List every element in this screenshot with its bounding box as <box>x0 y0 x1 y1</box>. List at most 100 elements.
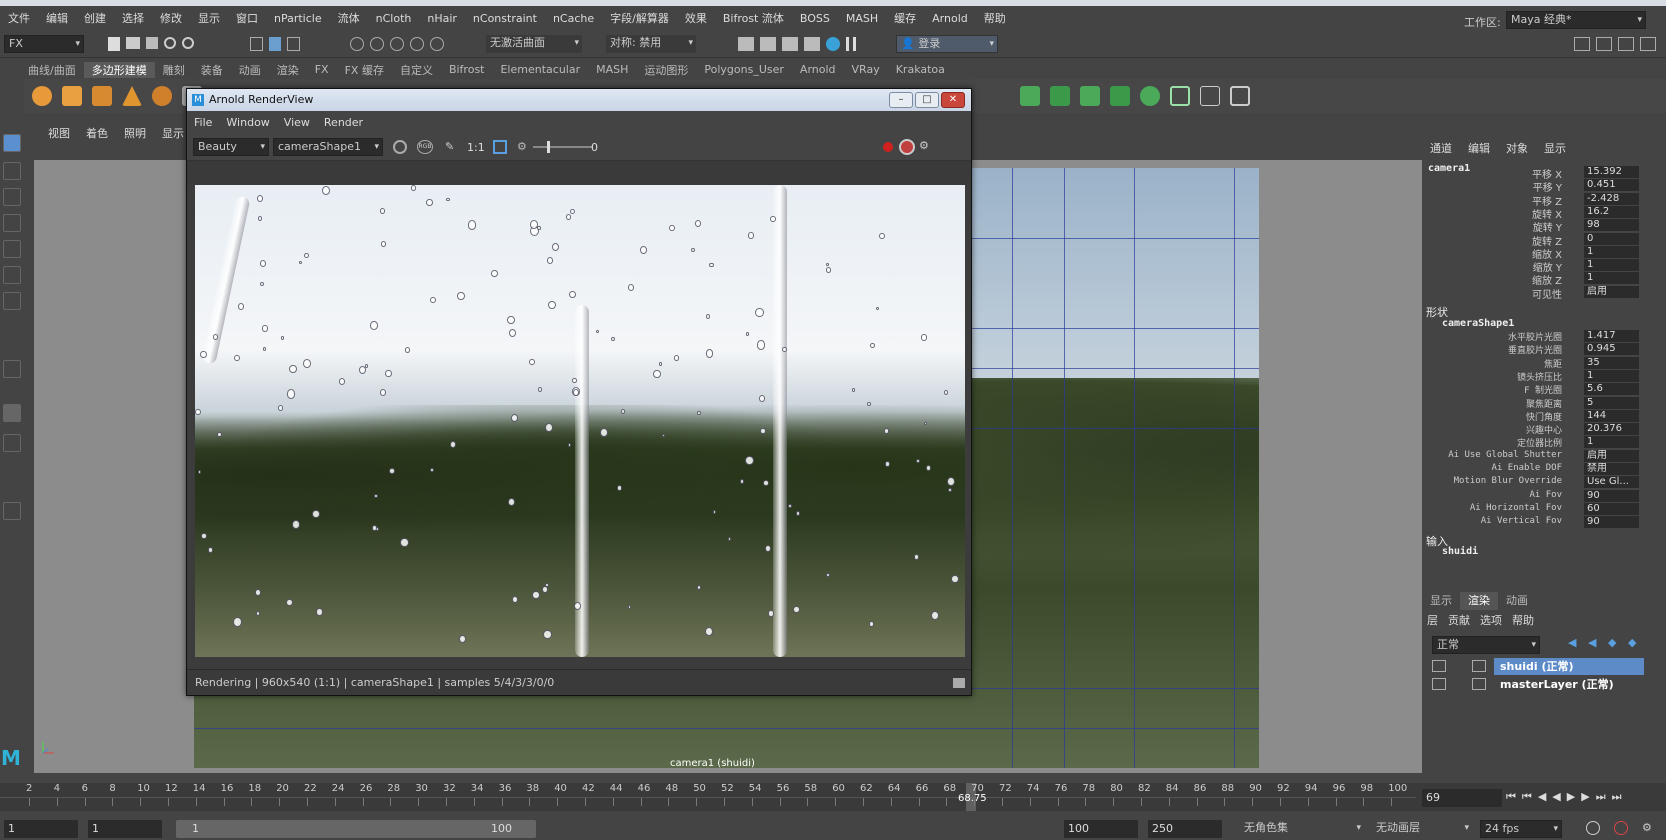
renderview-menu-item[interactable]: View <box>277 116 317 129</box>
move-layer-down-icon[interactable]: ◀ <box>1588 636 1602 650</box>
poly-cone-icon[interactable] <box>122 86 142 106</box>
step-forward-key-icon[interactable]: ⏭ <box>1596 790 1606 806</box>
shelf-tab[interactable]: Krakatoa <box>888 63 953 76</box>
channel-value[interactable]: 5 <box>1584 396 1639 409</box>
menu-item[interactable]: 创建 <box>76 10 114 26</box>
channel-value[interactable]: Use Gl... <box>1584 476 1639 489</box>
channel-row[interactable]: 可见性 启用 <box>1422 285 1652 301</box>
scale-tool-icon[interactable] <box>3 266 21 284</box>
channel-value[interactable]: 0.945 <box>1584 343 1639 356</box>
channel-value[interactable]: 1.417 <box>1584 330 1639 342</box>
layer-tab[interactable]: 动画 <box>1498 592 1536 610</box>
bevel-icon[interactable] <box>1080 86 1100 106</box>
menu-item[interactable]: 效果 <box>677 10 715 26</box>
channel-value[interactable]: 90 <box>1584 489 1639 502</box>
channel-box-tab[interactable]: 显示 <box>1536 140 1574 158</box>
channel-box-tab[interactable]: 通道 <box>1422 140 1460 158</box>
channel-row[interactable]: 平移 X 15.392 <box>1422 166 1652 181</box>
channel-row[interactable]: Ai Horizontal Fov 60 <box>1422 502 1652 516</box>
shelf-tab[interactable]: Arnold <box>792 63 844 76</box>
channel-row[interactable]: 快门角度 144 <box>1422 409 1652 423</box>
channel-value[interactable]: 0 <box>1584 232 1639 245</box>
channel-row[interactable]: Ai Enable DOF 禁用 <box>1422 463 1652 476</box>
layout-single-icon[interactable] <box>3 404 21 422</box>
select-hierarchy-icon[interactable] <box>250 37 263 51</box>
shelf-tab[interactable]: 装备 <box>193 62 231 78</box>
layer-row[interactable]: shuidi (正常) <box>1430 658 1656 675</box>
menu-item[interactable]: 流体 <box>330 10 368 26</box>
lasso-tool-icon[interactable] <box>3 162 21 180</box>
time-slider[interactable]: 68.75 69 ⏮ ⏮ ◀ ◀ ▶ ▶ ⏭ ⏭ 2 4 6 8 10 12 14 16 18 2… <box>0 783 1666 811</box>
channel-row[interactable]: Ai Use Global Shutter 启用 <box>1422 449 1652 463</box>
channel-row[interactable]: 缩放 Y1 <box>1422 259 1652 274</box>
channel-value[interactable]: 35 <box>1584 356 1639 369</box>
layer-menu-item[interactable]: 贡献 <box>1443 612 1475 630</box>
layer-tab[interactable]: 渲染 <box>1460 592 1498 610</box>
channel-value[interactable]: 98 <box>1584 219 1639 232</box>
layer-render-icon[interactable] <box>1472 660 1486 672</box>
select-object-icon[interactable] <box>268 37 282 51</box>
layer-mode-dropdown[interactable]: 正常 <box>1432 636 1540 654</box>
workspace-dropdown[interactable]: Maya 经典* <box>1506 11 1646 29</box>
shelf-tab[interactable]: FX <box>307 63 337 76</box>
channel-value[interactable]: 1 <box>1584 436 1639 449</box>
bridge-icon[interactable] <box>1050 86 1070 106</box>
auto-key-icon[interactable] <box>1614 821 1628 835</box>
channel-row[interactable]: Ai Fov 90 <box>1422 489 1652 503</box>
shelf-tab[interactable]: Polygons_User <box>696 63 792 76</box>
channel-row[interactable]: 兴趣中心 20.376 <box>1422 423 1652 436</box>
channel-row[interactable]: Ai Vertical Fov 90 <box>1422 516 1652 529</box>
open-scene-icon[interactable] <box>126 37 140 49</box>
render-image[interactable] <box>195 185 965 657</box>
layer-visibility-icon[interactable] <box>1432 660 1446 672</box>
menu-item[interactable]: 帮助 <box>976 10 1014 26</box>
extrude-icon[interactable] <box>1020 86 1040 106</box>
menu-item[interactable]: 修改 <box>152 10 190 26</box>
redo-icon[interactable] <box>182 37 194 49</box>
poly-cube-icon[interactable] <box>62 86 82 106</box>
ratio-label[interactable]: 1:1 <box>467 141 485 154</box>
step-back-frame-icon[interactable]: ◀ <box>1538 790 1546 806</box>
channel-row[interactable]: 定位器比例 1 <box>1422 436 1652 449</box>
channel-box-tab[interactable]: 对象 <box>1498 140 1536 158</box>
preferences-icon[interactable]: ⚙ <box>1642 821 1656 835</box>
snap-surface-icon[interactable] <box>430 37 444 51</box>
step-back-key-icon[interactable]: ⏮ <box>1522 790 1532 806</box>
arnold-renderview-window[interactable]: M Arnold RenderView – □ ✕ File Window View… <box>186 88 972 696</box>
layer-menu-item[interactable]: 帮助 <box>1507 612 1539 630</box>
new-layer-selected-icon[interactable]: ◆ <box>1628 636 1642 650</box>
loop-icon[interactable] <box>1586 821 1600 835</box>
last-tool-icon[interactable] <box>3 292 21 310</box>
menu-item[interactable]: nParticle <box>266 12 330 25</box>
rotate-tool-icon[interactable] <box>3 240 21 258</box>
shelf-tab[interactable]: FX 缓存 <box>337 62 392 78</box>
ipr-render-icon[interactable] <box>760 37 776 51</box>
viewport-menu-item[interactable]: 视图 <box>40 125 78 141</box>
save-scene-icon[interactable] <box>146 37 158 49</box>
menu-item[interactable]: nCache <box>545 12 602 25</box>
pause-icon[interactable] <box>846 37 856 51</box>
viewport-menu-item[interactable]: 着色 <box>78 125 116 141</box>
step-forward-frame-icon[interactable]: ▶ <box>1581 790 1589 806</box>
shelf-tab[interactable]: 渲染 <box>269 62 307 78</box>
exposure-slider[interactable] <box>533 146 593 148</box>
shelf-tab[interactable]: 运动图形 <box>636 62 696 78</box>
channel-value[interactable]: 启用 <box>1584 285 1639 298</box>
poly-torus-icon[interactable] <box>152 86 172 106</box>
menu-item[interactable]: 窗口 <box>228 10 266 26</box>
shelf-tab[interactable]: Elementacular <box>492 63 588 76</box>
render-settings-icon[interactable] <box>782 37 798 51</box>
channel-value[interactable]: 60 <box>1584 502 1639 515</box>
channel-row[interactable]: 缩放 X1 <box>1422 245 1652 261</box>
region-icon[interactable] <box>493 140 507 154</box>
layout-icon-2[interactable] <box>1596 37 1612 51</box>
channel-row[interactable]: 平移 Y 0.451 <box>1422 179 1652 194</box>
shelf-tab[interactable]: Bifrost <box>441 63 493 76</box>
menu-item[interactable]: nCloth <box>368 12 420 25</box>
camera-dropdown[interactable]: cameraShape1 <box>273 138 383 156</box>
renderview-menu-item[interactable]: Render <box>317 116 370 129</box>
outliner-icon[interactable] <box>3 502 21 520</box>
select-component-icon[interactable] <box>287 37 300 51</box>
login-dropdown[interactable]: 👤 登录 <box>896 35 998 53</box>
current-frame-field[interactable]: 69 <box>1422 789 1502 807</box>
